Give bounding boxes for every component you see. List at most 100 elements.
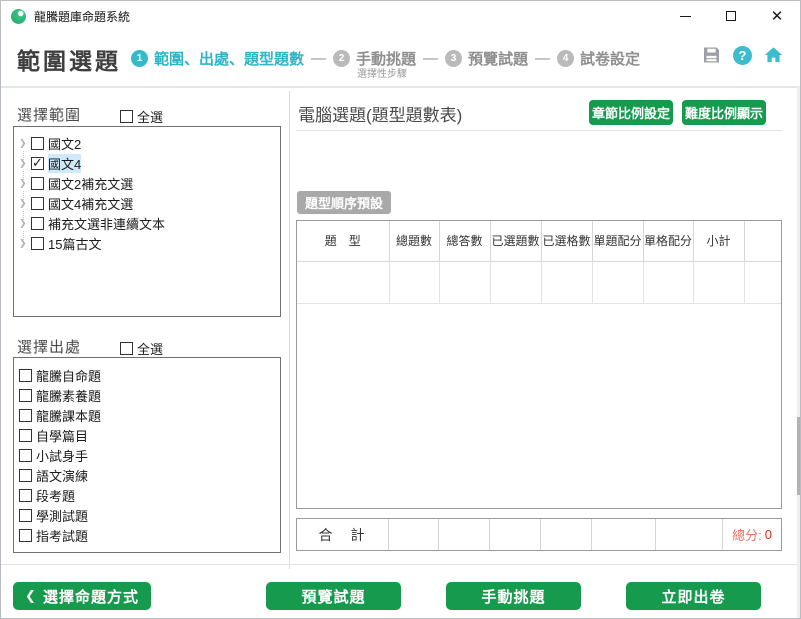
chevron-right-icon[interactable] <box>19 179 31 188</box>
app-logo-icon <box>11 9 26 24</box>
checkbox[interactable] <box>19 489 32 502</box>
checkbox[interactable] <box>19 509 32 522</box>
range-select-all-checkbox[interactable] <box>120 110 133 123</box>
source-list: 龍騰自命題 龍騰素養題 龍騰課本題 自學篇目 小試身手 語文演練 段考題 學測 <box>13 357 281 553</box>
wizard-steps: 1 範圍、出處、題型題數 2 手動挑題 選擇性步驟 3 預覽試題 4 試卷設定 <box>131 31 640 86</box>
tree-item[interactable]: 國文4 <box>14 153 280 173</box>
range-panel-title: 選擇範圍 <box>17 104 81 125</box>
source-panel-title: 選擇出處 <box>17 336 81 357</box>
source-select-all-checkbox[interactable] <box>120 342 133 355</box>
checkbox[interactable] <box>19 429 32 442</box>
footer-divider <box>1 564 800 565</box>
list-item[interactable]: 龍騰自命題 <box>14 365 280 385</box>
tree-item[interactable]: 補充文選非連續文本 <box>14 213 280 233</box>
step-2-badge: 2 <box>333 50 350 67</box>
col-extra <box>744 221 781 261</box>
scrollbar-thumb[interactable] <box>797 417 800 495</box>
checkbox[interactable] <box>19 369 32 382</box>
minimize-button[interactable] <box>662 1 708 31</box>
titlebar: 龍騰題庫命題系統 ✕ <box>1 1 800 31</box>
tree-item[interactable]: 15篇古文 <box>14 233 280 253</box>
home-icon[interactable] <box>763 45 784 65</box>
source-select-all[interactable]: 全選 <box>120 339 163 358</box>
list-item[interactable]: 指考試題 <box>14 525 280 545</box>
list-item[interactable]: 龍騰課本題 <box>14 405 280 425</box>
main-title-divider <box>296 130 782 131</box>
question-type-table: 題 型 總題數 總答數 已選題數 已選格數 單題配分 單格配分 小計 <box>296 220 782 509</box>
col-question-type: 題 型 <box>297 221 389 261</box>
checkbox[interactable] <box>31 177 44 190</box>
list-item[interactable]: 段考題 <box>14 485 280 505</box>
checkbox[interactable] <box>19 469 32 482</box>
chapter-ratio-button[interactable]: 章節比例設定 <box>589 100 673 125</box>
chevron-right-icon[interactable] <box>19 239 31 248</box>
table-header-row: 題 型 總題數 總答數 已選題數 已選格數 單題配分 單格配分 小計 <box>297 221 781 261</box>
column-divider <box>289 91 290 569</box>
close-button[interactable]: ✕ <box>754 1 800 31</box>
total-score-value: 0 <box>765 527 772 542</box>
app-title: 龍騰題庫命題系統 <box>34 8 130 25</box>
tree-item[interactable]: 國文4補充文選 <box>14 193 280 213</box>
list-item[interactable]: 龍騰素養題 <box>14 385 280 405</box>
total-label: 合 計 <box>297 519 389 550</box>
col-subtotal: 小計 <box>693 221 744 261</box>
tree-item[interactable]: 國文2 <box>14 133 280 153</box>
tree-item[interactable]: 國文2補充文選 <box>14 173 280 193</box>
list-item[interactable]: 小試身手 <box>14 445 280 465</box>
table-row <box>297 261 781 303</box>
col-total-questions: 總題數 <box>389 221 439 261</box>
help-icon[interactable]: ? <box>733 46 752 65</box>
col-points-per-cell: 單格配分 <box>643 221 693 261</box>
maximize-button[interactable] <box>708 1 754 31</box>
step-2-manual-pick[interactable]: 2 手動挑題 選擇性步驟 <box>333 48 416 69</box>
back-chevron-icon: ❮ <box>25 588 37 604</box>
checkbox[interactable] <box>31 197 44 210</box>
checkbox[interactable] <box>19 529 32 542</box>
manual-pick-button[interactable]: 手動挑題 <box>446 582 581 610</box>
preview-questions-button[interactable]: 預覽試題 <box>266 582 401 610</box>
checkbox[interactable] <box>31 217 44 230</box>
type-order-default-button[interactable]: 題型順序預設 <box>297 191 391 214</box>
step-4-badge: 4 <box>557 50 574 67</box>
total-score-label: 總分: <box>732 525 762 544</box>
list-item[interactable]: 語文演練 <box>14 465 280 485</box>
range-tree: 國文2 國文4 國文2補充文選 國文4補充文選 補充文選非連續文本 15篇古文 <box>13 126 281 317</box>
step-1-badge: 1 <box>131 50 148 67</box>
minimize-icon <box>680 16 691 17</box>
chevron-right-icon[interactable] <box>19 219 31 228</box>
step-2-sublabel: 選擇性步驟 <box>357 65 407 80</box>
step-4-paper-settings[interactable]: 4 試卷設定 <box>557 48 640 69</box>
chevron-right-icon[interactable] <box>19 159 31 168</box>
maximize-icon <box>726 11 736 21</box>
save-icon[interactable] <box>701 45 722 65</box>
step-connector <box>423 58 438 60</box>
step-connector <box>311 58 326 60</box>
app-window: 龍騰題庫命題系統 ✕ 範圍選題 1 範圍、出處、題型題數 2 手動挑題 選擇性步… <box>0 0 801 619</box>
checkbox-checked[interactable] <box>31 157 44 170</box>
chevron-right-icon[interactable] <box>19 199 31 208</box>
generate-paper-button[interactable]: 立即出卷 <box>626 582 761 610</box>
header: 範圍選題 1 範圍、出處、題型題數 2 手動挑題 選擇性步驟 3 預覽試題 4 <box>1 31 800 86</box>
col-points-per-question: 單題配分 <box>592 221 643 261</box>
back-to-mode-button[interactable]: ❮ 選擇命題方式 <box>13 582 151 610</box>
step-1-range[interactable]: 1 範圍、出處、題型題數 <box>131 48 304 69</box>
step-3-badge: 3 <box>445 50 462 67</box>
col-selected-cells: 已選格數 <box>541 221 592 261</box>
checkbox[interactable] <box>31 237 44 250</box>
col-total-answers: 總答數 <box>439 221 490 261</box>
checkbox[interactable] <box>19 449 32 462</box>
page-title: 範圍選題 <box>17 42 121 76</box>
difficulty-ratio-button[interactable]: 難度比例顯示 <box>682 100 766 125</box>
window-controls: ✕ <box>662 1 800 31</box>
range-select-all[interactable]: 全選 <box>120 107 163 126</box>
totals-row: 合 計 總分: 0 <box>296 518 782 551</box>
step-3-preview[interactable]: 3 預覽試題 <box>445 48 528 69</box>
list-item[interactable]: 學測試題 <box>14 505 280 525</box>
step-connector <box>535 58 550 60</box>
checkbox[interactable] <box>19 409 32 422</box>
list-item[interactable]: 自學篇目 <box>14 425 280 445</box>
checkbox[interactable] <box>31 137 44 150</box>
chevron-right-icon[interactable] <box>19 139 31 148</box>
checkbox[interactable] <box>19 389 32 402</box>
main-panel-title: 電腦選題(題型題數表) <box>298 101 462 126</box>
